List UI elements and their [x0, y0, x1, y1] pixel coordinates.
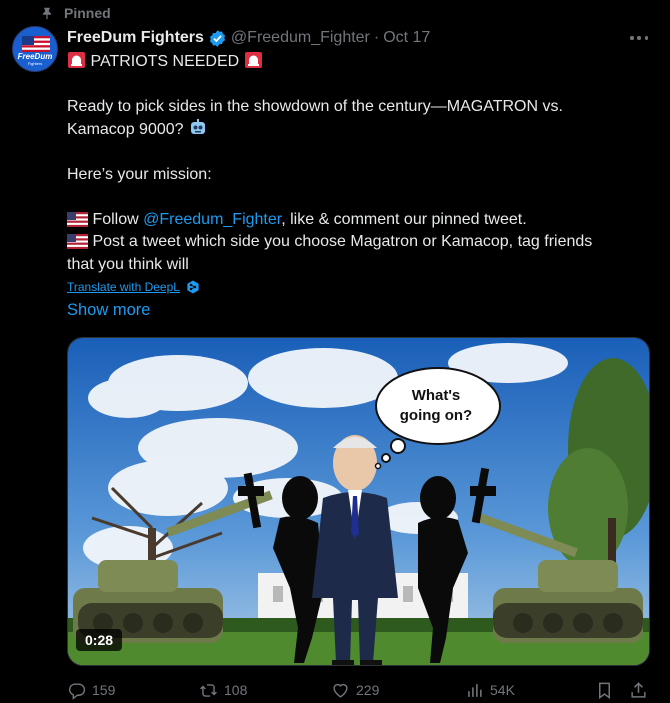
- tweet-line-5a: Follow: [92, 210, 144, 228]
- tweet-line-6: Post a tweet which side you choose Magat…: [92, 233, 593, 250]
- views-icon: [468, 683, 482, 697]
- siren-icon: [244, 52, 262, 68]
- tweet-text: PATRIOTS NEEDED Ready to pick sides in t…: [67, 51, 647, 276]
- tweet-line-5b: , like & comment our pinned tweet.: [281, 210, 527, 228]
- author-handle[interactable]: @Freedum_Fighter: [231, 29, 370, 47]
- bookmark-button[interactable]: [595, 680, 614, 700]
- tweet-date[interactable]: Oct 17: [383, 29, 430, 47]
- repost-icon: [200, 683, 217, 697]
- reply-count: 159: [92, 682, 116, 698]
- heart-icon: [333, 683, 348, 698]
- tweet-header: FreeDum Fighters @Freedum_Fighter · Oct …: [67, 28, 650, 48]
- tweet-line-3: Kamacop 9000?: [67, 120, 184, 138]
- views-count: 54K: [490, 682, 515, 698]
- repost-button[interactable]: 108: [199, 680, 247, 700]
- translate-label[interactable]: Translate with DeepL: [67, 280, 180, 294]
- share-icon: [631, 681, 646, 698]
- us-flag-icon: [67, 211, 88, 227]
- pinned-label: Pinned: [64, 5, 111, 21]
- avatar-text: FreeDum: [17, 52, 53, 61]
- separator-dot: ·: [373, 29, 380, 46]
- siren-icon: [68, 52, 85, 68]
- like-button[interactable]: 229: [331, 680, 379, 700]
- video-duration-badge: 0:28: [76, 629, 123, 651]
- us-flag-icon: [67, 234, 88, 249]
- tweet-line-7: that you think will: [67, 255, 189, 273]
- translate-link[interactable]: Translate with DeepL: [67, 280, 200, 294]
- robot-icon: [190, 118, 205, 134]
- mention-link[interactable]: @Freedum_Fighter: [143, 211, 281, 228]
- avatar[interactable]: FreeDum Fighters: [12, 26, 58, 72]
- avatar-subtext: Fighters: [27, 61, 43, 66]
- bookmark-icon: [598, 682, 611, 699]
- deepl-icon: [187, 280, 199, 294]
- reply-button[interactable]: 159: [67, 680, 115, 700]
- pinned-indicator: Pinned: [40, 4, 111, 22]
- show-more-link[interactable]: Show more: [67, 301, 150, 320]
- share-button[interactable]: [629, 680, 648, 700]
- speech-text-2: going on?: [400, 407, 472, 424]
- tweet-actions: 159 108 229 54K: [67, 680, 652, 700]
- repost-count: 108: [224, 682, 248, 698]
- views-button[interactable]: 54K: [465, 680, 515, 700]
- reply-icon: [68, 682, 86, 700]
- like-count: 229: [356, 682, 380, 698]
- pin-icon: [42, 7, 52, 20]
- us-flag-icon: [22, 36, 50, 52]
- tweet-line-4: Here’s your mission:: [67, 165, 212, 183]
- tweet-line-1: PATRIOTS NEEDED: [90, 53, 240, 70]
- video-thumbnail: What's going on?: [68, 338, 649, 665]
- author-name[interactable]: FreeDum Fighters: [67, 29, 204, 47]
- verified-badge-icon: [209, 29, 225, 47]
- tweet-line-2: Ready to pick sides in the showdown of t…: [67, 98, 563, 115]
- video-player[interactable]: What's going on? 0:28: [67, 337, 650, 666]
- speech-text-1: What's: [412, 387, 461, 404]
- more-options-icon[interactable]: [630, 30, 648, 46]
